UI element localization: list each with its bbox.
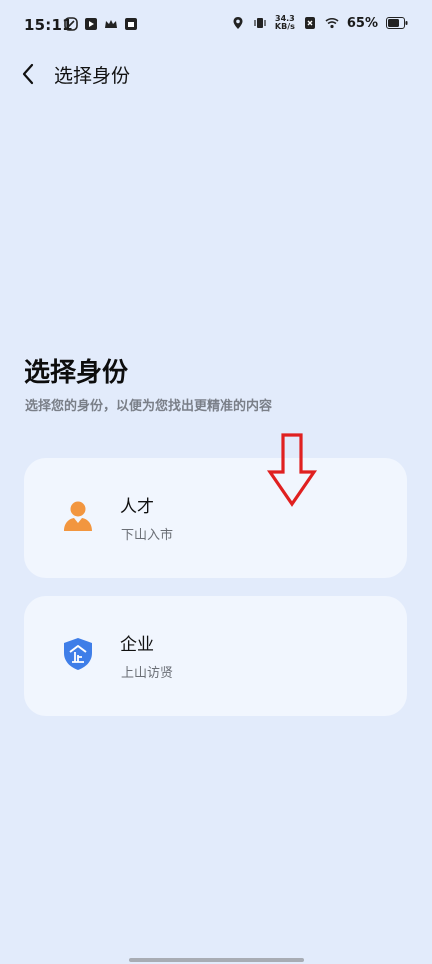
page-title: 选择身份 (24, 358, 129, 388)
store-app-icon (125, 18, 137, 30)
option-company-description: 上山访贤 (121, 666, 174, 681)
crown-app-icon (105, 20, 117, 28)
system-icons: 34.3 KB/s 65% (231, 15, 408, 31)
network-speed-unit: KB/s (274, 22, 295, 31)
option-talent-label: 人才 (120, 497, 154, 517)
page-subtitle: 选择您的身份，以便为您找出更精准的内容 (25, 399, 273, 414)
identity-selection-page: 15:11 34.3 KB/s 65% 选择身份 选择身份 选择您的身份，以便为… (0, 0, 432, 964)
option-talent-card[interactable]: 人才 下山入市 (24, 458, 407, 578)
link-app-icon (64, 17, 78, 31)
person-icon (64, 501, 92, 531)
play-app-icon (85, 18, 97, 30)
location-icon (233, 17, 243, 29)
home-indicator[interactable] (129, 958, 304, 962)
option-talent-description: 下山入市 (121, 528, 174, 543)
chevron-left-icon (22, 63, 34, 85)
header: 选择身份 (0, 52, 432, 96)
company-shield-icon (64, 638, 92, 670)
header-title: 选择身份 (54, 65, 131, 87)
network-speed: 34.3 KB/s (275, 15, 295, 31)
option-company-label: 企业 (120, 635, 154, 655)
arrow-down-icon (266, 433, 318, 507)
wifi-icon (325, 17, 339, 29)
status-bar: 15:11 34.3 KB/s 65% (0, 0, 432, 50)
battery-icon (386, 17, 408, 29)
back-button[interactable] (12, 58, 44, 90)
option-company-card[interactable]: 企业 上山访贤 (24, 596, 407, 716)
no-sim-icon (304, 17, 315, 29)
vibrate-icon (254, 18, 266, 28)
battery-percent: 65% (346, 15, 378, 31)
notification-icons (64, 17, 138, 31)
